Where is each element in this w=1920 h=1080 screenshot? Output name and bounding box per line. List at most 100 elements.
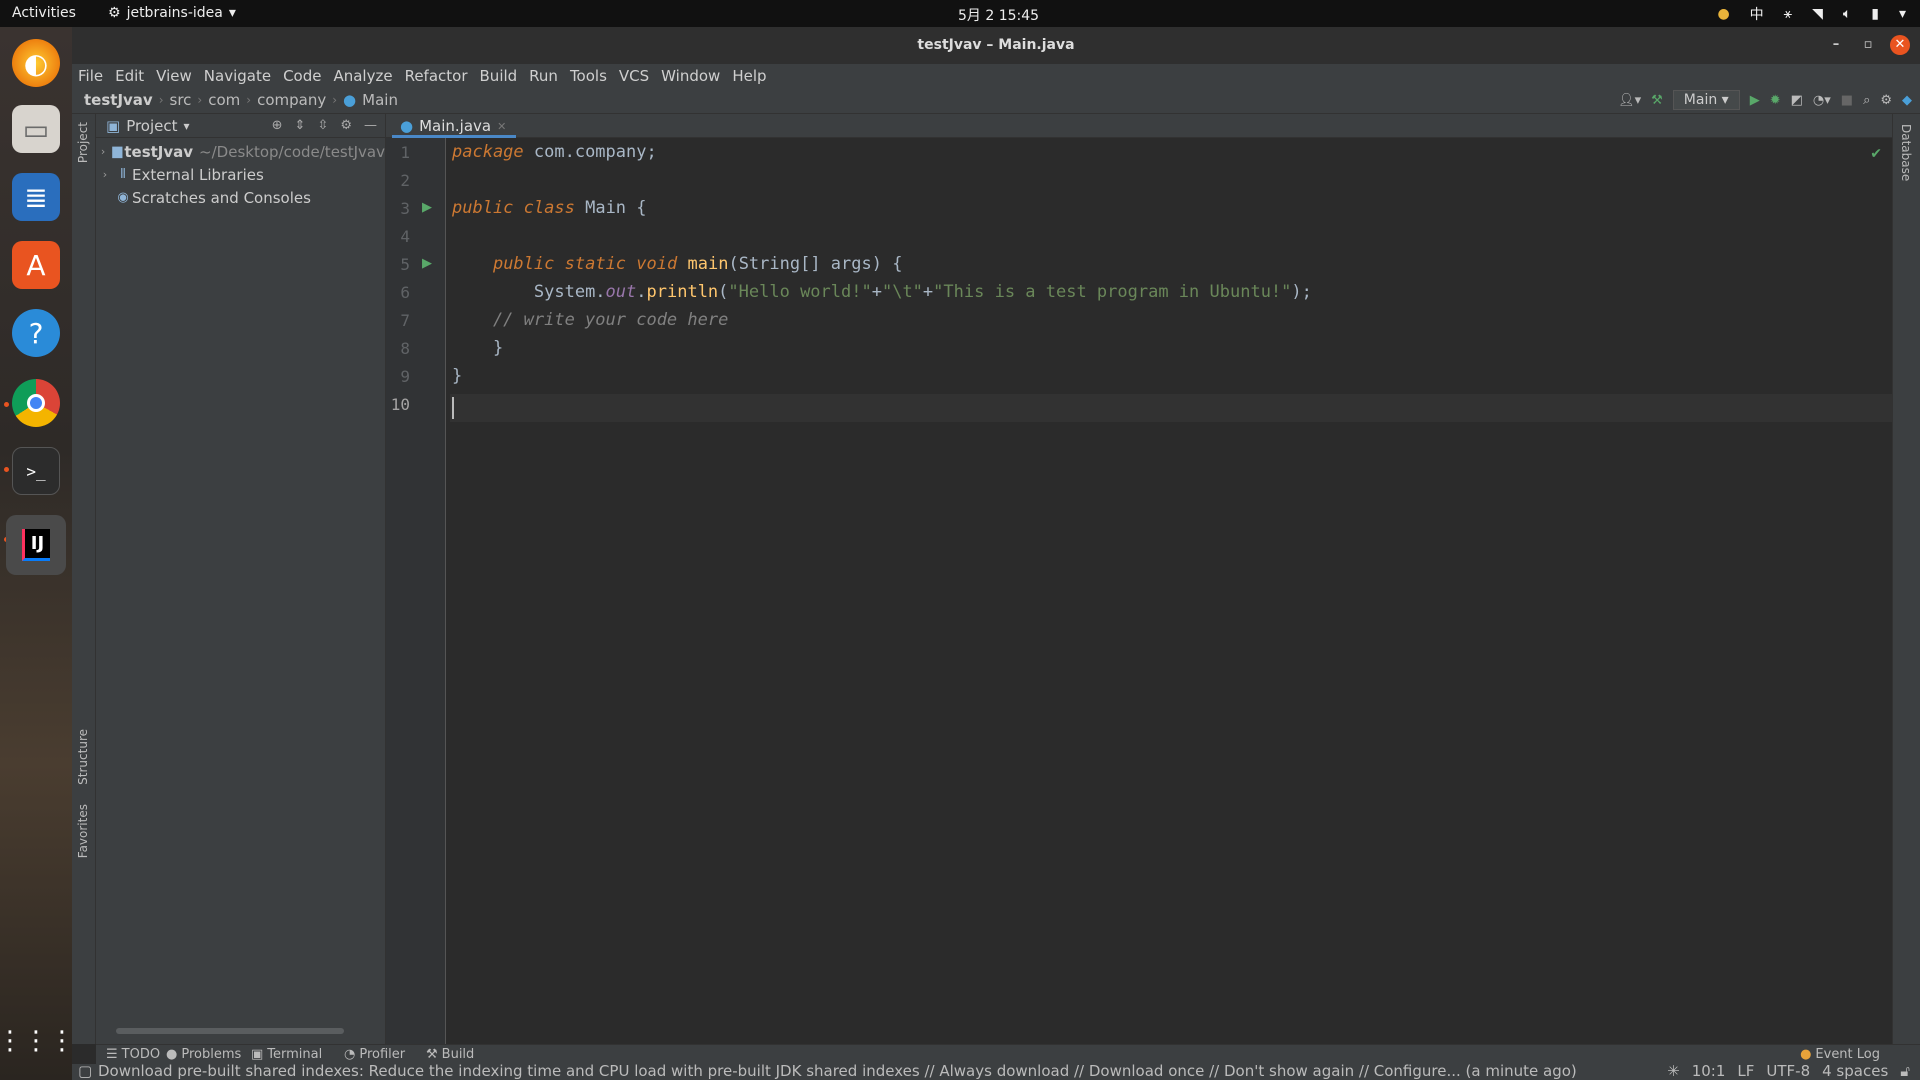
project-tree: › ▆ testJvav ~/Desktop/code/testJvav › ⫴…	[96, 138, 385, 209]
collapse-all-icon[interactable]: ⇳	[317, 118, 328, 133]
todo-tool-button[interactable]: ☰ TODO	[106, 1047, 160, 1062]
code-line: public class Main {	[452, 198, 647, 218]
minimize-button[interactable]: –	[1826, 35, 1846, 55]
run-gutter-icon[interactable]: ▶	[422, 256, 432, 271]
breadcrumb-company[interactable]: company	[257, 91, 326, 109]
project-view-select[interactable]: Project	[126, 117, 177, 135]
system-tray[interactable]: ● 中 ⚹ ◥ 🔈︎ ▮ ▾	[1717, 4, 1906, 24]
line-number: 2	[400, 171, 410, 190]
run-icon[interactable]: ▶	[1750, 93, 1760, 108]
locate-icon[interactable]: ⊕	[272, 118, 283, 133]
menu-file[interactable]: File	[72, 64, 109, 88]
help-icon[interactable]: ?	[12, 309, 60, 357]
tree-item-label: Scratches and Consoles	[132, 188, 311, 207]
battery-icon[interactable]: ▮	[1871, 6, 1879, 22]
profile-icon[interactable]: ◔▾	[1813, 93, 1831, 108]
terminal-tool-button[interactable]: ▣ Terminal	[251, 1047, 322, 1062]
menu-refactor[interactable]: Refactor	[399, 64, 474, 88]
menu-help[interactable]: Help	[726, 64, 772, 88]
breadcrumb-main[interactable]: Main	[362, 91, 398, 109]
favorites-tool-button[interactable]: Favorites	[76, 804, 90, 858]
menu-edit[interactable]: Edit	[109, 64, 150, 88]
intellij-icon[interactable]: IJ	[6, 515, 66, 575]
user-icon[interactable]: 👤︎▾	[1618, 93, 1641, 108]
indent-setting[interactable]: 4 spaces	[1822, 1062, 1888, 1080]
menu-run[interactable]: Run	[523, 64, 564, 88]
tree-item-project-root[interactable]: › ▆ testJvav ~/Desktop/code/testJvav	[96, 140, 385, 163]
terminal-icon: ▣	[251, 1047, 264, 1062]
code-line: System.out.println("Hello world!"+"\t"+"…	[533, 282, 1312, 302]
hide-icon[interactable]: —	[364, 118, 377, 133]
caret-position[interactable]: 10:1	[1692, 1062, 1726, 1080]
chevron-down-icon[interactable]: ▾	[1899, 6, 1906, 22]
input-method[interactable]: 中	[1750, 4, 1764, 24]
stop-icon[interactable]: ■	[1841, 93, 1853, 108]
search-icon[interactable]: ⌕	[1863, 93, 1870, 108]
network-icon[interactable]: ⚹	[1784, 6, 1792, 22]
debug-icon[interactable]: ✹	[1770, 93, 1781, 108]
build-tool-button[interactable]: ⚒ Build	[426, 1047, 474, 1062]
expand-all-icon[interactable]: ⇕	[295, 118, 306, 133]
gear-icon[interactable]: ⚙	[1880, 93, 1892, 108]
menu-build[interactable]: Build	[474, 64, 524, 88]
close-tab-icon[interactable]: ✕	[497, 120, 506, 133]
show-apps-icon[interactable]: ⋮⋮⋮	[0, 1017, 75, 1065]
tab-main-java[interactable]: ● Main.java ✕	[392, 114, 517, 138]
status-message[interactable]: Download pre-built shared indexes: Reduc…	[98, 1062, 1577, 1080]
breadcrumb-src[interactable]: src	[170, 91, 192, 109]
jetbrains-toolbox-icon[interactable]: ◆	[1902, 93, 1912, 108]
menu-window[interactable]: Window	[655, 64, 726, 88]
project-tool-button[interactable]: Project	[76, 122, 90, 163]
chevron-down-icon[interactable]: ▾	[184, 119, 190, 133]
tree-item-external-libraries[interactable]: › ⫴ External Libraries	[96, 163, 385, 186]
database-tool-button[interactable]: Database	[1899, 124, 1913, 181]
event-log-badge-icon: ●	[1800, 1047, 1812, 1062]
no-problems-check-icon[interactable]: ✔	[1870, 146, 1882, 162]
clock[interactable]: 5月 2 15:45	[958, 5, 1039, 25]
file-encoding[interactable]: UTF-8	[1766, 1062, 1810, 1080]
profiler-tool-button[interactable]: ◔ Profiler	[344, 1047, 405, 1062]
event-log-button[interactable]: ● Event Log	[1800, 1047, 1880, 1062]
coverage-icon[interactable]: ◩	[1791, 93, 1803, 108]
app-menu[interactable]: ⚙ jetbrains-idea ▾	[108, 5, 236, 21]
chevron-right-icon[interactable]: ›	[96, 145, 110, 158]
profiler-icon: ◔	[344, 1047, 356, 1062]
build-hammer-icon[interactable]: ⚒	[1651, 93, 1663, 108]
chevron-right-icon[interactable]: ›	[96, 168, 114, 181]
breadcrumb-project[interactable]: testJvav	[84, 91, 153, 109]
menu-navigate[interactable]: Navigate	[198, 64, 277, 88]
firefox-icon[interactable]: ◐	[12, 39, 60, 87]
writer-icon[interactable]: ≣	[12, 173, 60, 221]
chrome-tray-icon[interactable]: ●	[1717, 6, 1729, 22]
menu-code[interactable]: Code	[277, 64, 327, 88]
activities-button[interactable]: Activities	[12, 5, 76, 21]
horizontal-scrollbar[interactable]	[116, 1028, 344, 1034]
project-panel: ▣ Project ▾ ⊕ ⇕ ⇳ ⚙ — › ▆ testJvav ~/Des…	[96, 114, 386, 1044]
tree-item-label: External Libraries	[132, 165, 264, 184]
tree-item-scratches[interactable]: ◉ Scratches and Consoles	[96, 186, 385, 209]
code-editor[interactable]: package com.company; public class Main {…	[450, 138, 1892, 1044]
menu-tools[interactable]: Tools	[564, 64, 613, 88]
problems-tool-button[interactable]: ● Problems	[166, 1047, 241, 1062]
line-separator[interactable]: LF	[1737, 1062, 1754, 1080]
files-icon[interactable]: ▭	[12, 105, 60, 153]
structure-tool-button[interactable]: Structure	[76, 729, 90, 785]
lock-icon[interactable]: 🔓︎	[1900, 1062, 1910, 1080]
run-gutter-icon[interactable]: ▶	[422, 200, 432, 215]
close-button[interactable]: ✕	[1890, 35, 1910, 55]
menu-view[interactable]: View	[150, 64, 198, 88]
navigation-bar: testJvav › src › com › company › ● Main …	[72, 88, 1920, 114]
breadcrumb-com[interactable]: com	[208, 91, 240, 109]
status-toggle-icon[interactable]: ▢	[78, 1062, 92, 1080]
chrome-icon[interactable]	[12, 379, 60, 427]
library-icon: ⫴	[120, 167, 126, 182]
maximize-button[interactable]: ▫	[1858, 35, 1878, 55]
volume-icon[interactable]: 🔈︎	[1843, 6, 1851, 22]
run-configuration-select[interactable]: Main ▾	[1672, 90, 1740, 110]
software-icon[interactable]: A	[12, 241, 60, 289]
terminal-icon[interactable]: >_	[12, 447, 60, 495]
menu-vcs[interactable]: VCS	[613, 64, 655, 88]
wifi-icon[interactable]: ◥	[1812, 6, 1823, 22]
menu-analyze[interactable]: Analyze	[327, 64, 398, 88]
gear-icon[interactable]: ⚙	[340, 118, 352, 133]
